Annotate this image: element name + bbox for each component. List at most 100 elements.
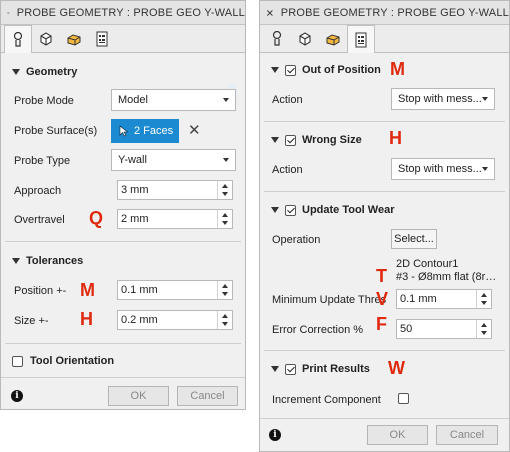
dropdown-arrow-icon: [482, 167, 488, 171]
spin-up-icon[interactable]: [222, 314, 228, 318]
tolerances-group-header[interactable]: Tolerances: [1, 250, 245, 272]
geometry-group-header[interactable]: Geometry: [1, 61, 245, 83]
title-bar[interactable]: PROBE GEOMETRY : PROBE GEO Y-WALL: [1, 1, 245, 25]
title-bar[interactable]: PROBE GEOMETRY : PROBE GEO Y-WALL: [260, 1, 509, 25]
tab-geometry[interactable]: [32, 25, 60, 52]
cancel-button[interactable]: Cancel: [177, 386, 238, 406]
annotation-m: M: [80, 280, 95, 300]
operation-tool: #3 - Ø8mm flat (8r…: [396, 271, 497, 283]
out-of-position-checkbox[interactable]: [285, 64, 296, 76]
dropdown-arrow-icon: [482, 97, 488, 101]
tab-tool[interactable]: [4, 25, 32, 53]
minimum-update-threshold-input[interactable]: 0.1 mm: [396, 289, 492, 309]
pointer-cursor-icon: [119, 125, 129, 137]
dropdown-arrow-icon: [223, 98, 229, 102]
spin-up-icon[interactable]: [222, 184, 228, 188]
annotation-q: Q: [89, 208, 104, 228]
error-correction-input[interactable]: 50: [396, 319, 492, 339]
spinner-buttons[interactable]: [217, 210, 232, 228]
stock-heights-icon: [326, 33, 340, 46]
cancel-button[interactable]: Cancel: [436, 425, 498, 445]
tab-tool[interactable]: [263, 25, 291, 52]
wrong-size-action-select[interactable]: Stop with mess...: [391, 158, 495, 180]
probe-type-select[interactable]: Y-wall: [111, 149, 236, 171]
out-of-position-action-value: Stop with mess...: [398, 93, 482, 105]
update-tool-wear-group-header[interactable]: Update Tool Wear: [260, 199, 509, 221]
probe-mode-select[interactable]: Model: [111, 89, 236, 111]
annotation-m: M: [390, 59, 405, 79]
spinner-buttons[interactable]: [217, 181, 232, 199]
spin-up-icon[interactable]: [481, 293, 487, 297]
divider: [5, 241, 241, 242]
group-title: Tool Orientation: [30, 355, 115, 367]
size-tolerance-label: Size +-: [14, 315, 49, 327]
report-sheet-icon: [96, 31, 108, 46]
size-tolerance-value: 0.2 mm: [121, 314, 158, 326]
update-tool-wear-checkbox[interactable]: [285, 204, 296, 216]
annotation-f: F: [376, 314, 387, 334]
probe-type-value: Y-wall: [118, 154, 147, 166]
dialog-title: PROBE GEOMETRY : PROBE GEO Y-WALL: [16, 6, 245, 19]
spinner-buttons[interactable]: [217, 281, 232, 299]
spinner-buttons[interactable]: [476, 320, 491, 338]
tool-orientation-group-header[interactable]: Tool Orientation: [1, 350, 245, 372]
close-x-icon[interactable]: [266, 7, 274, 19]
operation-select-button[interactable]: Select...: [391, 229, 437, 249]
position-tolerance-value: 0.1 mm: [121, 284, 158, 296]
spin-down-icon[interactable]: [222, 192, 228, 196]
wrong-size-checkbox[interactable]: [285, 134, 296, 146]
close-x-icon[interactable]: [7, 7, 10, 19]
spin-up-icon[interactable]: [222, 213, 228, 217]
tab-heights[interactable]: [319, 25, 347, 52]
wrong-size-group-header[interactable]: Wrong Size: [260, 129, 509, 151]
increment-component-label: Increment Component: [272, 394, 381, 406]
tab-actions[interactable]: [88, 25, 116, 52]
operation-label: Operation: [272, 234, 321, 246]
spin-down-icon[interactable]: [481, 331, 487, 335]
clear-selection-icon[interactable]: ✕: [188, 121, 201, 139]
tab-heights[interactable]: [60, 25, 88, 52]
divider: [264, 121, 505, 122]
position-tolerance-label: Position +-: [14, 285, 67, 297]
tab-strip: [1, 25, 245, 53]
spin-up-icon[interactable]: [481, 323, 487, 327]
spinner-buttons[interactable]: [217, 311, 232, 329]
annotation-w: W: [388, 358, 405, 378]
annotation-v: V: [376, 289, 389, 309]
spin-down-icon[interactable]: [222, 322, 228, 326]
tab-geometry[interactable]: [291, 25, 319, 52]
collapse-caret-icon: [12, 69, 20, 75]
collapse-caret-icon: [271, 366, 279, 372]
spin-down-icon[interactable]: [222, 292, 228, 296]
collapse-caret-icon: [12, 258, 20, 264]
info-icon[interactable]: i: [11, 390, 23, 402]
report-sheet-icon: [355, 32, 367, 47]
group-title: Out of Position: [302, 64, 381, 76]
out-of-position-group-header[interactable]: Out of Position: [260, 59, 509, 81]
error-correction-value: 50: [400, 323, 413, 335]
probe-mode-value: Model: [118, 94, 148, 106]
spin-down-icon[interactable]: [222, 221, 228, 225]
spin-down-icon[interactable]: [481, 301, 487, 305]
overtravel-input[interactable]: 2 mm: [117, 209, 233, 229]
print-results-checkbox[interactable]: [285, 363, 296, 375]
tab-actions[interactable]: [347, 25, 375, 53]
probe-surface-selection-button[interactable]: 2 Faces: [111, 119, 179, 143]
ok-button[interactable]: OK: [367, 425, 428, 445]
approach-label: Approach: [14, 185, 62, 197]
collapse-caret-icon: [271, 67, 279, 73]
ok-button[interactable]: OK: [108, 386, 169, 406]
position-tolerance-input[interactable]: 0.1 mm: [117, 280, 233, 300]
out-of-position-action-select[interactable]: Stop with mess...: [391, 88, 495, 110]
overtravel-label: Overtravel: [14, 214, 65, 226]
spin-up-icon[interactable]: [222, 284, 228, 288]
size-tolerance-input[interactable]: 0.2 mm: [117, 310, 233, 330]
info-icon[interactable]: i: [269, 429, 281, 441]
print-results-group-header[interactable]: Print Results: [260, 358, 509, 380]
increment-component-checkbox[interactable]: [398, 393, 409, 404]
group-title: Update Tool Wear: [302, 204, 395, 216]
tool-orientation-checkbox[interactable]: [12, 355, 23, 367]
out-of-position-action-label: Action: [272, 94, 303, 106]
approach-input[interactable]: 3 mm: [117, 180, 233, 200]
spinner-buttons[interactable]: [476, 290, 491, 308]
